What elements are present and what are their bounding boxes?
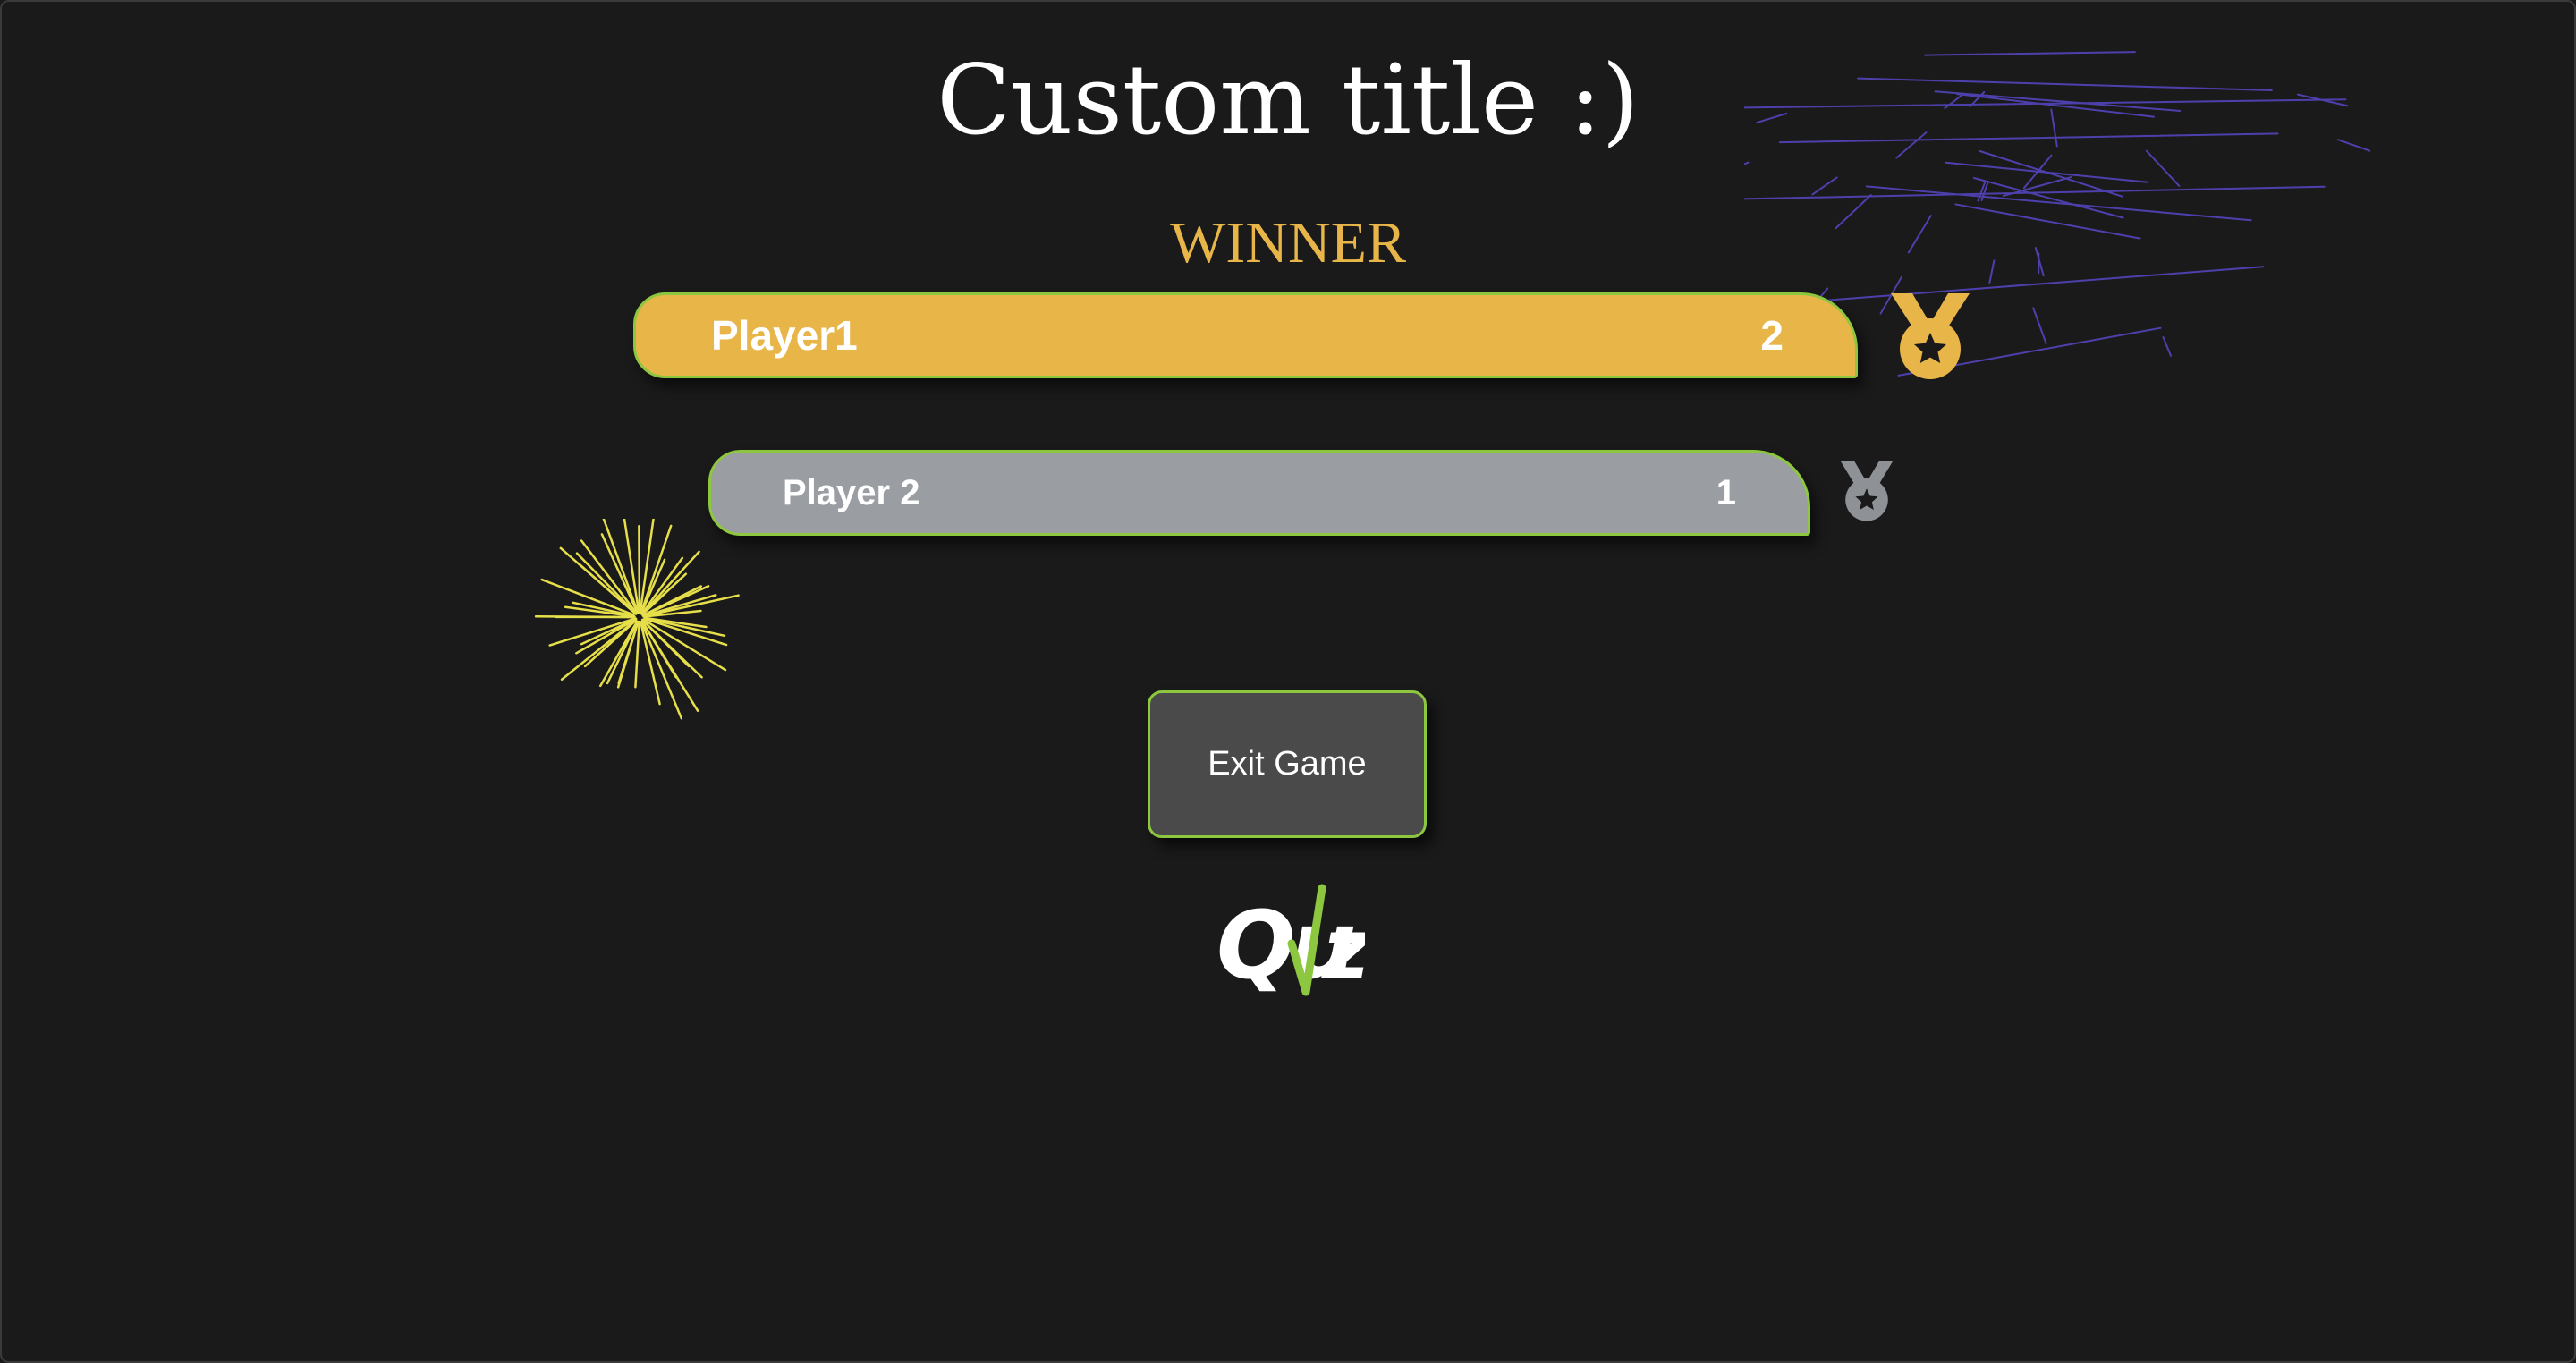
firework-ray (572, 601, 635, 617)
firework-ray (534, 615, 636, 619)
firework-ray (564, 605, 636, 618)
firework-ray (2022, 154, 2053, 190)
firework-ray (599, 620, 639, 688)
firework-ray (575, 552, 637, 614)
firework-ray (641, 585, 710, 617)
firework-ray (642, 594, 740, 618)
firework-ray (642, 620, 691, 668)
silver-medal-icon (1840, 461, 1894, 521)
leaderboard-row-2: Player 2 1 (708, 450, 1810, 536)
firework-ray (2162, 336, 2173, 357)
firework-ray (640, 620, 678, 679)
quiz-logo-icon: Qu z (1216, 884, 1365, 1000)
firework-ray (1980, 182, 1989, 202)
firework-ray (606, 622, 638, 685)
firework-ray (2032, 307, 2047, 345)
firework-ray (1744, 161, 1750, 165)
firework-ray (640, 618, 703, 679)
firework-ray (580, 617, 638, 646)
firework-ray (639, 519, 655, 614)
firework-ray (2002, 176, 2072, 198)
firework-ray (548, 617, 635, 647)
firework-ray (580, 539, 638, 614)
firework-ray (623, 519, 640, 614)
firework-ray (640, 524, 673, 613)
yellow-firework-icon (534, 519, 740, 720)
player-name: Player1 (711, 312, 858, 359)
firework-ray (642, 618, 727, 672)
firework-ray (641, 594, 717, 618)
firework-ray (638, 524, 641, 612)
firework-ray (1977, 180, 1987, 202)
firework-ray (560, 619, 637, 681)
firework-ray (602, 519, 640, 614)
firework-ray (540, 578, 635, 616)
firework-ray (559, 546, 636, 614)
firework-ray (583, 619, 637, 668)
player-name: Player 2 (783, 472, 920, 512)
page-title: Custom title :) (936, 45, 1640, 157)
winner-label: WINNER (1170, 210, 1406, 275)
firework-ray (641, 572, 688, 616)
firework-ray (640, 550, 700, 616)
firework-ray (634, 620, 640, 689)
firework-ray (644, 618, 728, 647)
gold-medal-icon (1891, 293, 1970, 379)
firework-ray (642, 609, 702, 618)
leaderboard-row-1: Player1 2 (633, 292, 1858, 378)
firework-ray (1744, 185, 2326, 200)
firework-ray (640, 621, 661, 706)
firework-ray (579, 563, 638, 615)
firework-ray (1811, 176, 1838, 196)
firework-ray (640, 621, 683, 720)
firework-ray (617, 620, 640, 685)
firework-ray (640, 558, 666, 614)
exit-game-button[interactable]: Exit Game (1148, 690, 1427, 838)
svg-text:z: z (1321, 902, 1365, 997)
firework-ray (600, 533, 640, 614)
firework-ray (641, 622, 699, 712)
firework-ray (642, 556, 684, 614)
window-frame (0, 0, 2576, 1363)
firework-ray (1944, 161, 2149, 183)
firework-ray (643, 616, 708, 629)
firework-ray (616, 621, 640, 689)
firework-ray (575, 618, 638, 655)
firework-ray (644, 585, 703, 615)
player-score: 1 (1716, 472, 1736, 512)
firework-ray (643, 616, 726, 638)
player-score: 2 (1760, 312, 1784, 359)
